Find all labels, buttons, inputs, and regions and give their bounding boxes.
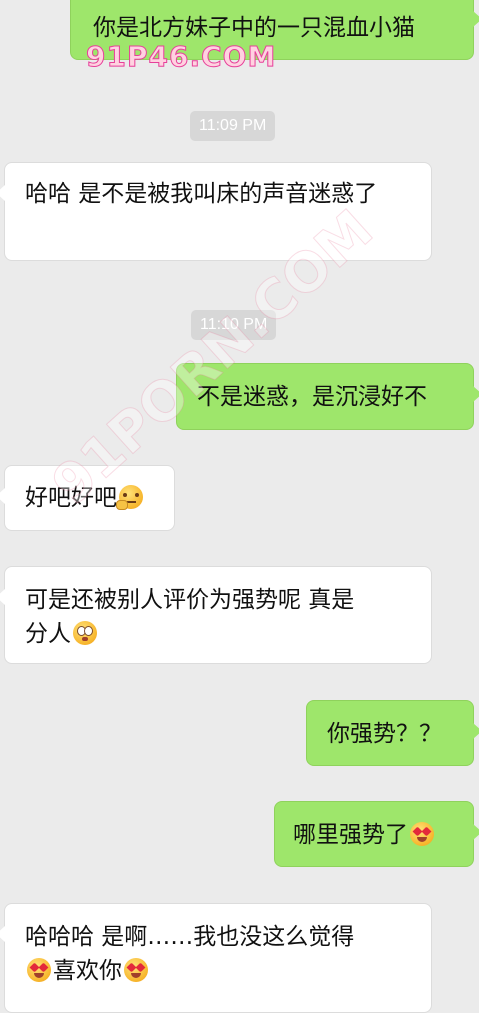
timestamp: 11:09 PM	[190, 111, 276, 141]
timestamp: 11:10 PM	[191, 310, 277, 340]
message-bubble-outgoing[interactable]: 你是北方妹子中的一只混血小猫	[70, 0, 479, 60]
message-text-line: 哈哈哈 是啊……我也没这么觉得	[25, 924, 355, 950]
message-text: 你强势？？	[327, 721, 442, 747]
flushed-face-emoji	[73, 621, 97, 645]
message-text: 哈哈 是不是被我叫床的声音迷惑了	[25, 181, 378, 207]
message-bubble-outgoing[interactable]: 不是迷惑，是沉浸好不	[176, 363, 479, 430]
thinking-face-emoji	[116, 485, 143, 510]
message-bubble-incoming[interactable]: 哈哈哈 是啊……我也没这么觉得 喜欢你	[0, 903, 432, 1013]
message-text: 你是北方妹子中的一只混血小猫	[93, 15, 415, 41]
heart-eyes-emoji	[27, 958, 51, 982]
message-bubble-outgoing[interactable]: 你强势？？	[306, 700, 479, 766]
message-text: 好吧好吧	[25, 485, 117, 511]
heart-eyes-emoji	[410, 822, 434, 846]
message-bubble-outgoing[interactable]: 哪里强势了	[274, 801, 479, 867]
message-text-line: 喜欢你	[25, 954, 421, 988]
message-bubble-incoming[interactable]: 哈哈 是不是被我叫床的声音迷惑了	[0, 162, 432, 261]
message-text: 不是迷惑，是沉浸好不	[197, 384, 427, 410]
message-bubble-incoming[interactable]: 可是还被别人评价为强势呢 真是 分人	[0, 566, 432, 664]
message-text: 哪里强势了	[293, 822, 408, 848]
message-text-line: 可是还被别人评价为强势呢 真是	[25, 587, 355, 613]
message-text-line: 分人	[25, 617, 421, 651]
heart-eyes-emoji	[124, 958, 148, 982]
message-bubble-incoming[interactable]: 好吧好吧	[0, 465, 175, 531]
